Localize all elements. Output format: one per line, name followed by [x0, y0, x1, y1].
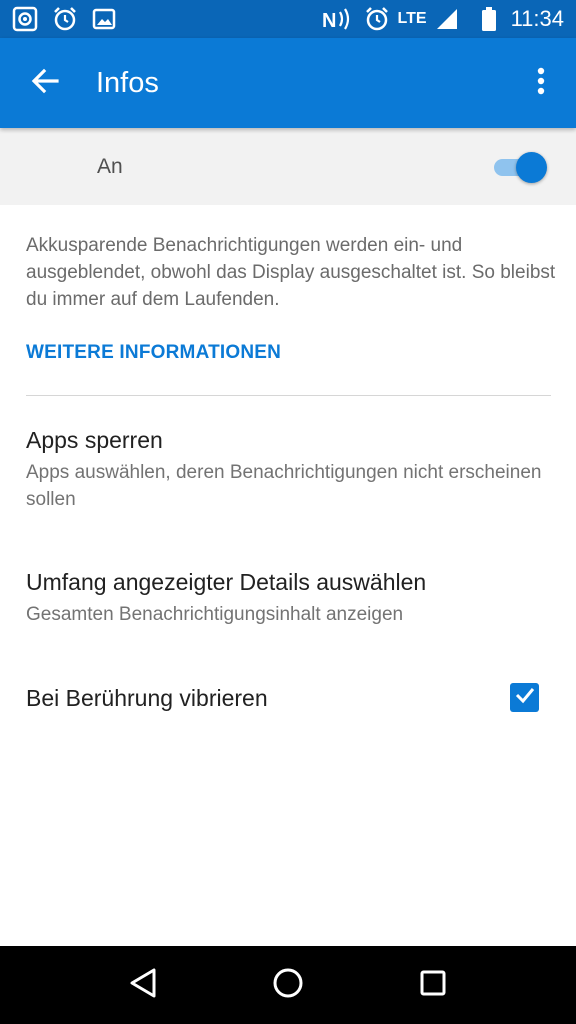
- status-bar: N LTE 11:34: [0, 0, 576, 38]
- pref-title: Bei Berührung vibrieren: [26, 685, 268, 711]
- status-time: 11:34: [510, 6, 564, 31]
- system-navigation-bar: [0, 946, 576, 1024]
- nav-home-button[interactable]: [258, 955, 318, 1015]
- status-left-icons: [12, 6, 116, 32]
- vibrate-checkbox[interactable]: [510, 683, 539, 712]
- network-type-label: LTE: [397, 10, 427, 27]
- pref-title: Apps sperren: [26, 427, 163, 453]
- signal-icon: [435, 7, 459, 31]
- master-switch-row[interactable]: An: [0, 128, 576, 205]
- back-triangle-icon: [128, 967, 158, 1004]
- page-title: Infos: [96, 66, 159, 99]
- back-button[interactable]: [0, 38, 90, 128]
- pref-vibrate-on-touch[interactable]: Bei Berührung vibrieren: [0, 665, 576, 735]
- camera-icon: [12, 6, 38, 32]
- pref-summary: Apps auswählen, deren Benachrichtigungen…: [26, 462, 542, 510]
- nfc-icon: N: [322, 6, 356, 32]
- pref-title: Umfang angezeigter Details auswählen: [26, 569, 427, 595]
- switch-thumb: [516, 152, 547, 183]
- divider: [26, 395, 551, 396]
- app-toolbar: Infos: [0, 38, 576, 128]
- pref-block-apps[interactable]: Apps sperren Apps auswählen, deren Benac…: [0, 410, 576, 525]
- nav-recents-button[interactable]: [403, 955, 463, 1015]
- master-toggle-switch[interactable]: [492, 150, 548, 184]
- more-info-link[interactable]: WEITERE INFORMATIONEN: [26, 342, 281, 364]
- more-vert-icon: [536, 66, 546, 101]
- overflow-menu-button[interactable]: [506, 38, 576, 128]
- image-icon: [92, 7, 116, 31]
- pref-detail-level[interactable]: Umfang angezeigter Details auswählen Ges…: [0, 552, 576, 647]
- alarm-icon: [52, 6, 78, 32]
- status-right-icons: N LTE 11:34: [322, 6, 564, 32]
- recents-square-icon: [419, 969, 447, 1002]
- battery-icon: [481, 6, 497, 32]
- alarm-icon: [364, 6, 390, 32]
- checkmark-icon: [514, 684, 536, 711]
- pref-summary: Gesamten Benachrichtigungsinhalt anzeige…: [26, 604, 404, 625]
- svg-text:N: N: [322, 10, 336, 32]
- home-circle-icon: [272, 967, 304, 1004]
- feature-description: Akkusparende Benachrichtigungen werden e…: [26, 235, 556, 310]
- arrow-back-icon: [30, 66, 60, 101]
- master-switch-label: An: [97, 154, 123, 178]
- nav-back-button[interactable]: [113, 955, 173, 1015]
